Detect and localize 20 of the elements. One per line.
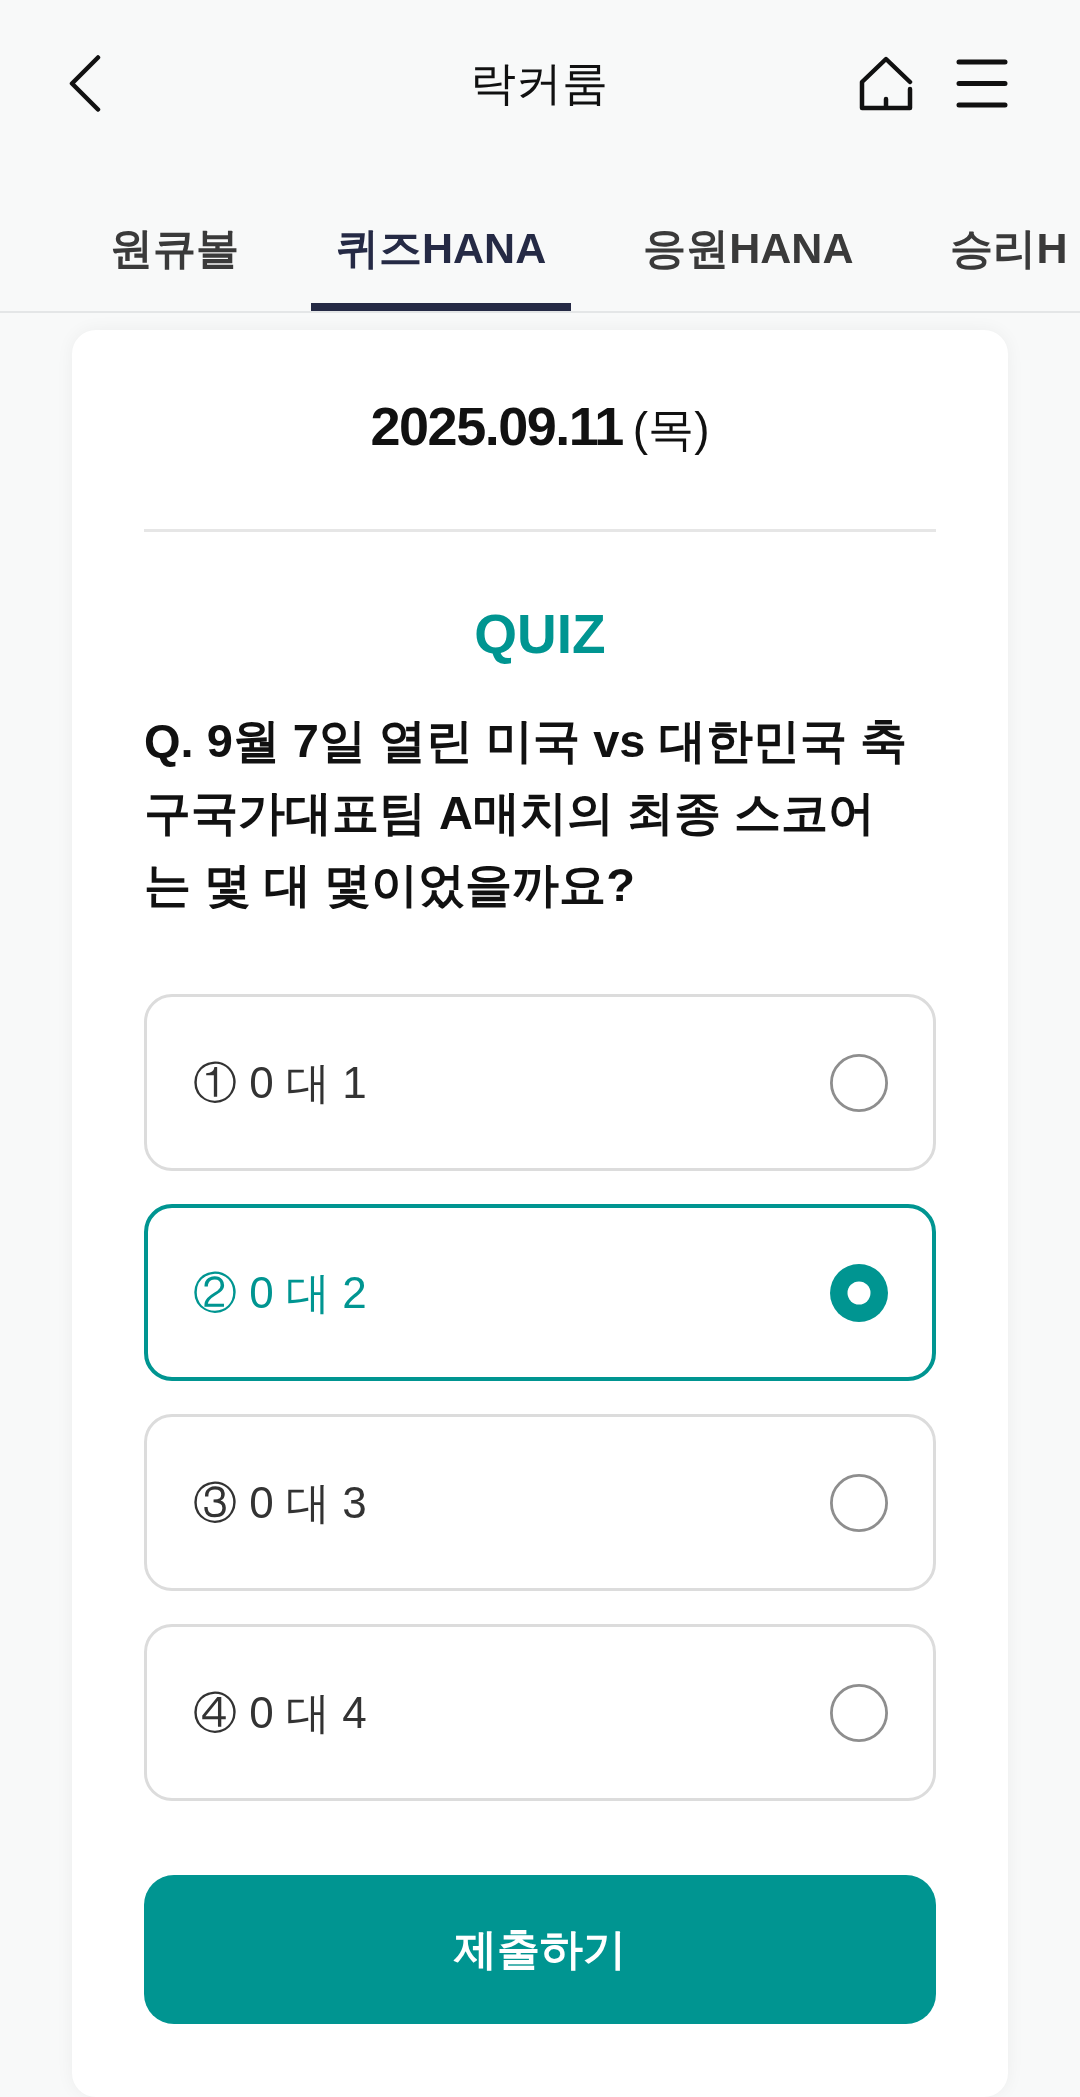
menu-icon: [956, 58, 1008, 108]
tab[interactable]: 승리H: [925, 166, 1068, 311]
tab[interactable]: 퀴즈HANA: [311, 166, 572, 311]
answer-option[interactable]: ④ 0 대 4: [144, 1624, 936, 1801]
question-text: Q. 9월 7일 열린 미국 vs 대한민국 축구국가대표팀 A매치의 최종 스코어는 몇 대 몇이었을까요?: [144, 713, 908, 913]
date-text: 2025.09.11: [370, 395, 623, 458]
weekday-text: (목): [632, 402, 710, 457]
answer-option[interactable]: ② 0 대 2: [144, 1204, 936, 1381]
answer-option[interactable]: ① 0 대 1: [144, 994, 936, 1171]
tab[interactable]: 원큐볼: [85, 166, 264, 311]
page-title: 락커룸: [469, 60, 608, 106]
home-button[interactable]: [859, 55, 913, 111]
menu-button[interactable]: [956, 58, 1008, 108]
answer-option[interactable]: ③ 0 대 3: [144, 1414, 936, 1591]
chevron-left-icon: [69, 54, 101, 112]
tab[interactable]: 응원HANA: [618, 166, 879, 311]
quiz-heading: QUIZ: [473, 602, 607, 666]
house-icon: [859, 55, 913, 111]
submit-button[interactable]: 제출하기: [144, 1875, 936, 2024]
back-button[interactable]: [69, 54, 101, 112]
